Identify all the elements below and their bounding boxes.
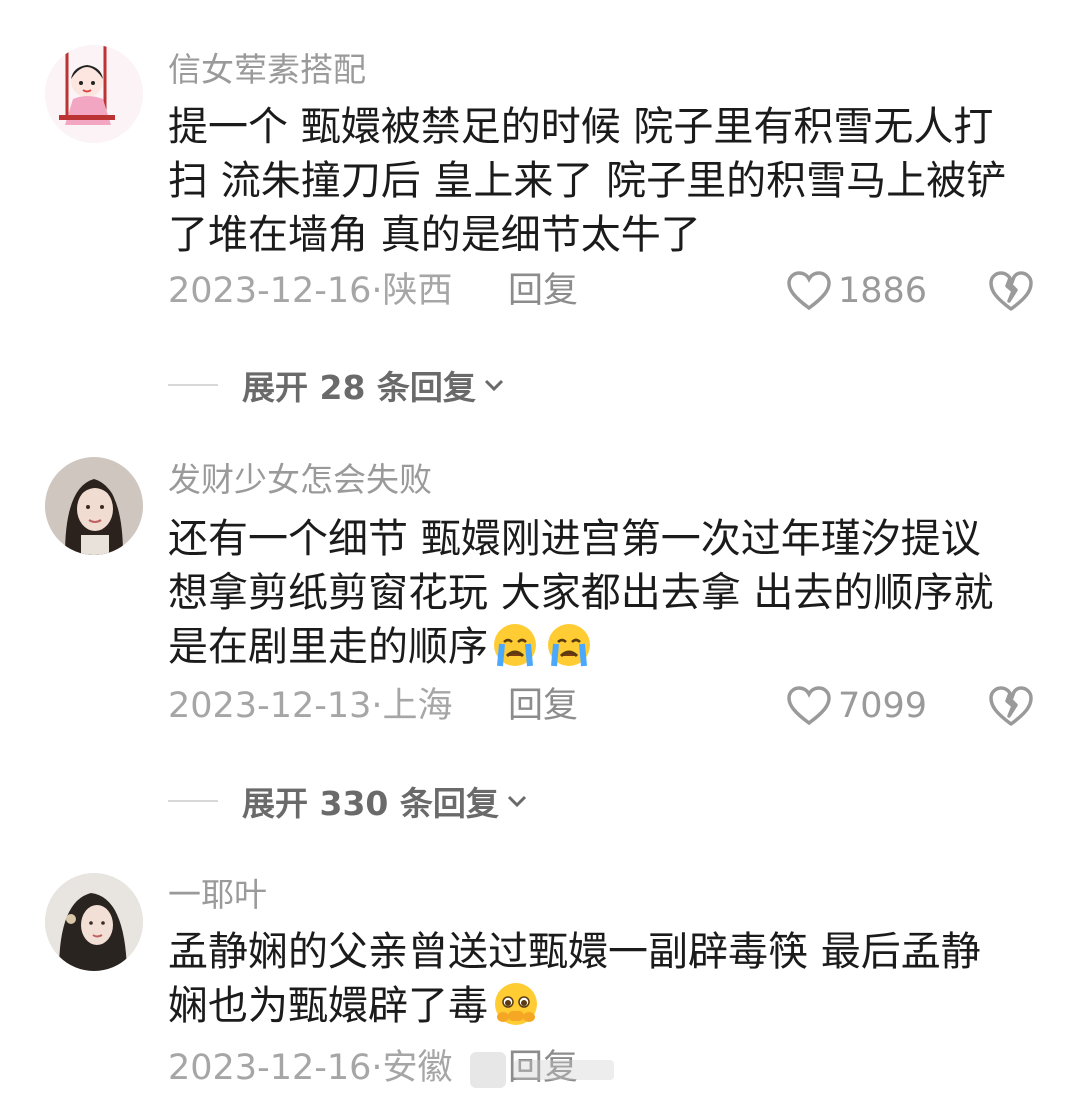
crying-face-emoji-icon (548, 624, 590, 667)
comment-text-line: 了堆在墙角 真的是细节太牛了 (168, 212, 701, 258)
watermark-icon (470, 1052, 614, 1088)
broken-heart-icon[interactable] (988, 684, 1034, 728)
comment-text: 还有一个细节 甄嬛刚进宫第一次过年瑾汐提议 想拿剪纸剪窗花玩 大家都出去拿 出去… (168, 512, 1048, 674)
username[interactable]: 发财少女怎会失败 (168, 460, 432, 500)
date-value: 2023-12-16 (168, 1048, 372, 1088)
like-button[interactable]: 1886 (786, 266, 927, 316)
comment-date: 2023-12-16·陕西 (168, 266, 453, 316)
woman-photo-avatar-icon (45, 457, 143, 555)
date-separator: · (371, 271, 383, 311)
avatar[interactable] (45, 873, 143, 971)
comment-meta: 2023-12-16·陕西 回复 1886 (168, 266, 1038, 316)
comment-text: 孟静娴的父亲曾送过甄嬛一副辟毒筷 最后孟静 娴也为甄嬛辟了毒 (168, 925, 1048, 1033)
like-count: 1886 (838, 271, 928, 311)
cartoon-girl-avatar-icon (45, 45, 143, 143)
woman-photo-avatar-icon (45, 873, 143, 971)
username[interactable]: 一耶叶 (168, 875, 267, 915)
comment-text: 提一个 甄嬛被禁足的时候 院子里有积雪无人打 扫 流朱撞刀后 皇上来了 院子里的… (168, 100, 1048, 262)
comment-meta: 2023-12-13·上海 回复 7099 (168, 681, 1038, 731)
expand-replies-label: 展开 330 条回复 (242, 784, 499, 823)
date-value: 2023-12-13 (168, 686, 372, 726)
reply-button[interactable]: 回复 (508, 266, 578, 316)
heart-icon (787, 686, 831, 726)
broken-heart-icon[interactable] (988, 269, 1034, 313)
heart-icon (787, 271, 831, 311)
comment-text-line: 还有一个细节 甄嬛刚进宫第一次过年瑾汐提议 (168, 516, 981, 562)
chevron-down-icon (484, 379, 503, 392)
comment-date: 2023-12-16·安徽 (168, 1043, 453, 1093)
chevron-down-icon (507, 795, 526, 808)
comment-date: 2023-12-13·上海 (168, 681, 453, 731)
location-value: 上海 (382, 686, 453, 726)
crying-face-emoji-icon (494, 624, 536, 667)
comment-text-line: 孟静娴的父亲曾送过甄嬛一副辟毒筷 最后孟静 (168, 929, 981, 975)
date-separator: · (371, 686, 383, 726)
expand-replies-button[interactable]: 展开 330 条回复 (168, 776, 529, 826)
divider-line (168, 800, 218, 802)
expand-replies-button[interactable]: 展开 28 条回复 (168, 360, 506, 410)
date-value: 2023-12-16 (168, 271, 372, 311)
comment-text-line: 想拿剪纸剪窗花玩 大家都出去拿 出去的顺序就 (168, 570, 994, 616)
comment-text-segment: 是在剧里走的顺序 (168, 624, 488, 670)
pleading-face-emoji-icon (495, 983, 537, 1025)
comment-text-segment: 娴也为甄嬛辟了毒 (168, 983, 488, 1029)
comment-text-line: 扫 流朱撞刀后 皇上来了 院子里的积雪马上被铲 (168, 158, 1007, 204)
reply-button[interactable]: 回复 (508, 681, 578, 731)
expand-replies-label: 展开 28 条回复 (242, 368, 476, 407)
comment-text-line: 提一个 甄嬛被禁足的时候 院子里有积雪无人打 (168, 104, 994, 150)
divider-line (168, 384, 218, 386)
avatar[interactable] (45, 457, 143, 555)
like-count: 7099 (838, 686, 928, 726)
location-value: 陕西 (382, 271, 453, 311)
avatar[interactable] (45, 45, 143, 143)
comment-text-line: 娴也为甄嬛辟了毒 (168, 979, 1048, 1033)
comment-text-line: 是在剧里走的顺序 (168, 620, 1048, 674)
location-value: 安徽 (382, 1048, 453, 1088)
username[interactable]: 信女荤素搭配 (168, 50, 366, 90)
like-button[interactable]: 7099 (786, 681, 927, 731)
date-separator: · (371, 1048, 383, 1088)
